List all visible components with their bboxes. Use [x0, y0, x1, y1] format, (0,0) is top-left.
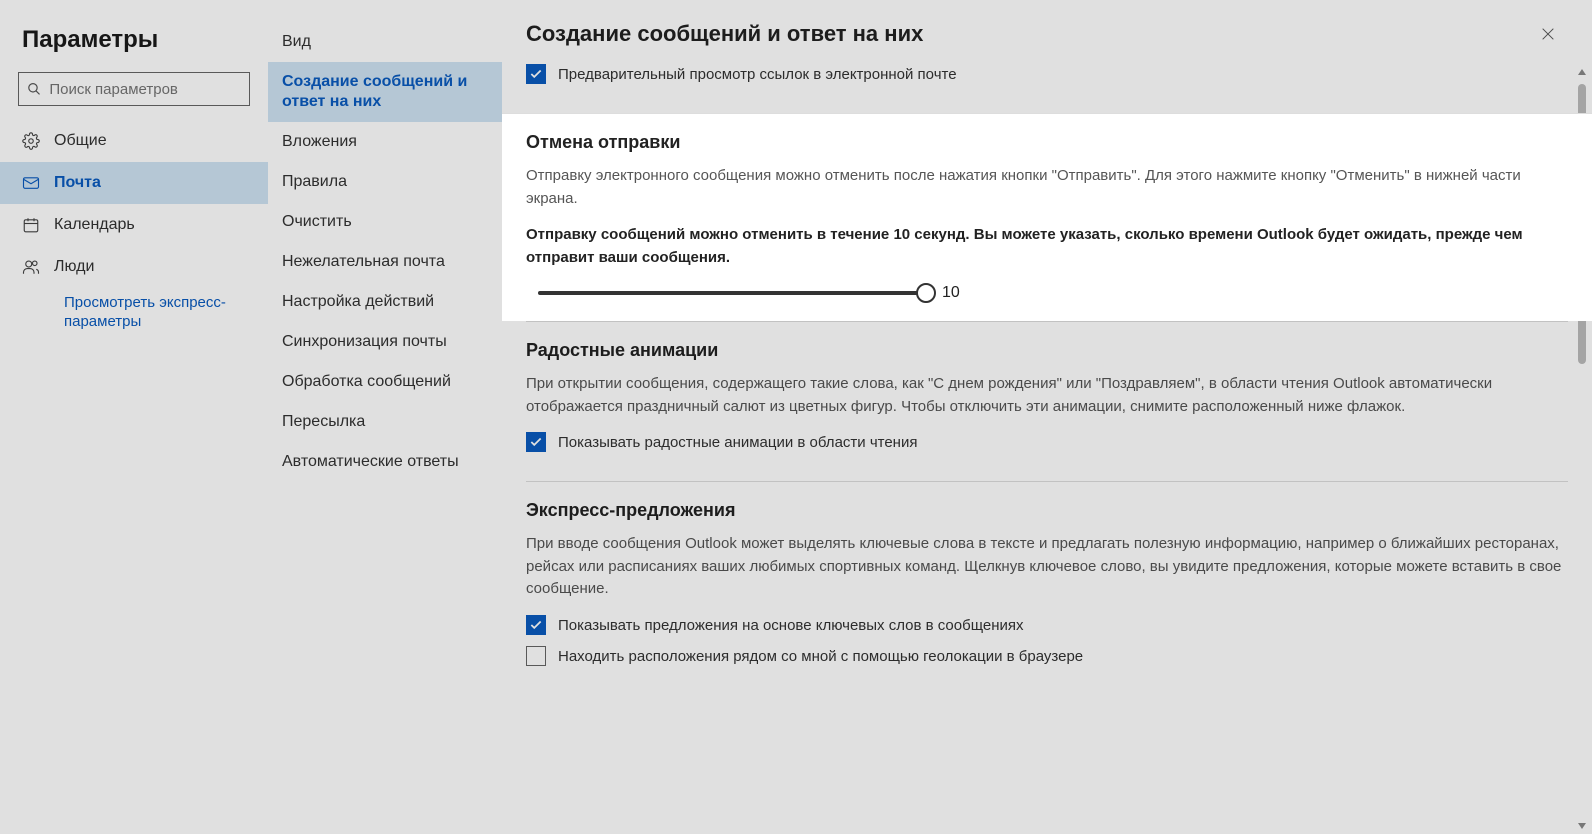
sub-item-layout[interactable]: Вид	[268, 22, 502, 62]
checkbox-geolocation[interactable]	[526, 646, 546, 666]
sub-item-sweep[interactable]: Очистить	[268, 202, 502, 242]
sub-item-compose[interactable]: Создание сообщений и ответ на них	[268, 62, 502, 122]
section-suggestions: Экспресс-предложения При вводе сообщения…	[526, 481, 1568, 695]
sub-item-customize[interactable]: Настройка действий	[268, 282, 502, 322]
panel-title: Создание сообщений и ответ на них	[526, 21, 1532, 47]
category-label: Почта	[54, 174, 101, 192]
quick-settings-link[interactable]: Просмотреть экспресс-параметры	[64, 294, 246, 332]
checkbox-label: Показывать предложения на основе ключевы…	[558, 615, 1024, 636]
people-icon	[22, 258, 40, 276]
category-label: Общие	[54, 132, 107, 150]
settings-title: Параметры	[0, 16, 268, 72]
section-joyful: Радостные анимации При открытии сообщени…	[526, 321, 1568, 481]
sub-item-sync[interactable]: Синхронизация почты	[268, 322, 502, 362]
search-input-wrap[interactable]	[18, 72, 250, 106]
undo-slider[interactable]	[538, 283, 926, 303]
category-calendar[interactable]: Календарь	[0, 204, 268, 246]
section-link-preview: Предварительный просмотр ссылок в электр…	[526, 64, 1568, 113]
section-bold: Отправку сообщений можно отменить в тече…	[526, 224, 1568, 269]
close-button[interactable]	[1532, 18, 1564, 50]
close-icon	[1540, 26, 1556, 42]
search-icon	[27, 81, 41, 97]
slider-thumb[interactable]	[916, 283, 936, 303]
mail-icon	[22, 174, 40, 192]
section-undo-send: Отмена отправки Отправку электронного со…	[502, 113, 1592, 321]
section-desc: При вводе сообщения Outlook может выделя…	[526, 533, 1568, 601]
section-title: Отмена отправки	[526, 132, 1568, 153]
checkbox-label: Предварительный просмотр ссылок в электр…	[558, 64, 957, 85]
sub-item-junk[interactable]: Нежелательная почта	[268, 242, 502, 282]
category-label: Календарь	[54, 216, 135, 234]
checkbox-label: Показывать радостные анимации в области …	[558, 432, 917, 453]
section-title: Экспресс-предложения	[526, 500, 1568, 521]
sub-item-forwarding[interactable]: Пересылка	[268, 402, 502, 442]
sub-item-autoreply[interactable]: Автоматические ответы	[268, 442, 502, 482]
slider-value: 10	[942, 284, 960, 302]
settings-panel: Создание сообщений и ответ на них Предва…	[502, 0, 1592, 834]
checkbox-joyful[interactable]	[526, 432, 546, 452]
search-input[interactable]	[49, 81, 241, 98]
gear-icon	[22, 132, 40, 150]
calendar-icon	[22, 216, 40, 234]
sub-item-handling[interactable]: Обработка сообщений	[268, 362, 502, 402]
settings-sidebar: Параметры Общие Почта Календарь Люди Про…	[0, 0, 268, 834]
checkbox-suggest-keywords[interactable]	[526, 615, 546, 635]
sub-item-attachments[interactable]: Вложения	[268, 122, 502, 162]
sub-item-rules[interactable]: Правила	[268, 162, 502, 202]
checkbox-label: Находить расположения рядом со мной с по…	[558, 646, 1083, 667]
category-general[interactable]: Общие	[0, 120, 268, 162]
section-desc: Отправку электронного сообщения можно от…	[526, 165, 1568, 210]
scroll-up[interactable]	[1574, 64, 1590, 80]
section-desc: При открытии сообщения, содержащего таки…	[526, 373, 1568, 418]
section-title: Радостные анимации	[526, 340, 1568, 361]
category-mail[interactable]: Почта	[0, 162, 268, 204]
sub-nav: Вид Создание сообщений и ответ на них Вл…	[268, 0, 502, 834]
category-label: Люди	[54, 258, 94, 276]
scroll-down[interactable]	[1574, 818, 1590, 834]
category-people[interactable]: Люди	[0, 246, 268, 288]
checkbox-link-preview[interactable]	[526, 64, 546, 84]
